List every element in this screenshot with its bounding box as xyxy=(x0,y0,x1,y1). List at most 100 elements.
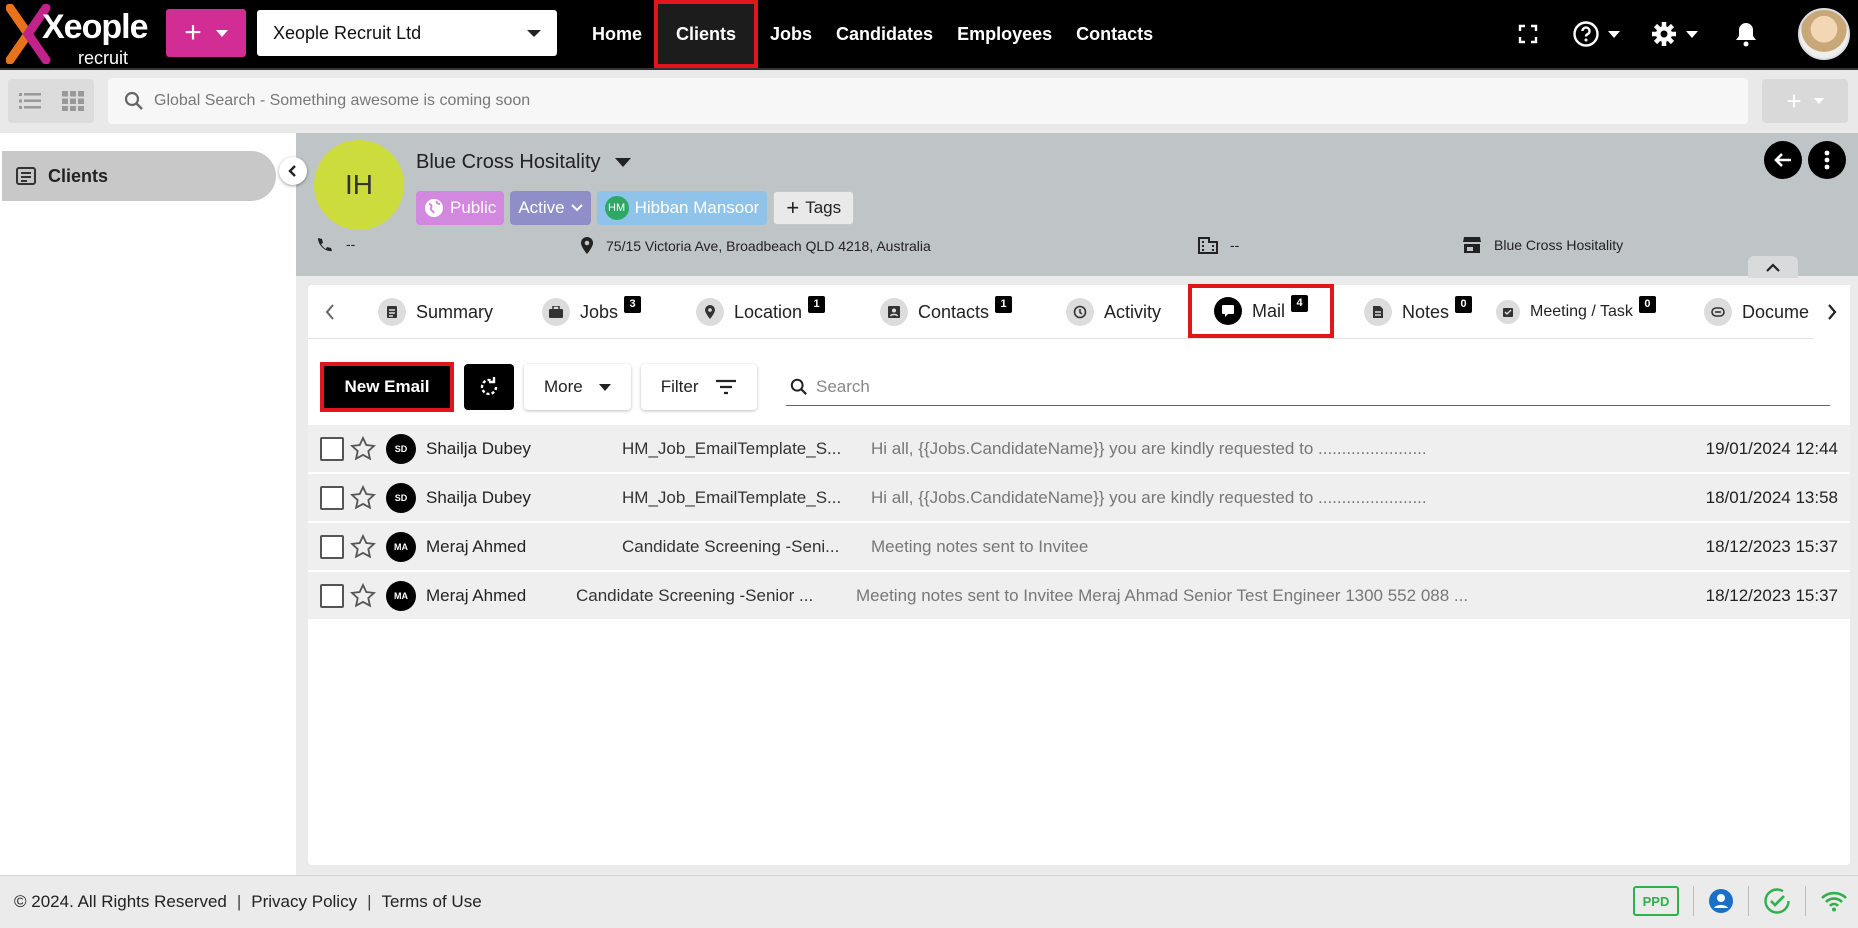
row-checkbox[interactable] xyxy=(320,436,344,461)
status-label: Active xyxy=(518,198,565,217)
company-select[interactable]: Xeople Recruit Ltd xyxy=(257,10,557,56)
more-options-button[interactable] xyxy=(1808,141,1846,179)
ppd-badge[interactable]: PPD xyxy=(1633,886,1679,916)
tab-label: Notes xyxy=(1402,301,1450,322)
account-circle-icon[interactable] xyxy=(1708,888,1734,914)
mail-row[interactable]: SD Shailja Dubey HM_Job_EmailTemplate_S.… xyxy=(308,425,1850,474)
terms-of-use-link[interactable]: Terms of Use xyxy=(382,892,482,912)
sender-name: Shailja Dubey xyxy=(426,487,531,507)
sidebar-item-label: Clients xyxy=(48,165,109,186)
refresh-button[interactable] xyxy=(464,364,514,410)
help-menu[interactable] xyxy=(1572,20,1620,48)
company-select-value: Xeople Recruit Ltd xyxy=(273,22,422,43)
client-name-dropdown[interactable]: Blue Cross Hositality xyxy=(416,151,631,174)
more-dropdown[interactable]: More xyxy=(524,364,631,410)
phone-value: -- xyxy=(346,236,356,252)
privacy-policy-link[interactable]: Privacy Policy xyxy=(251,892,357,912)
tab-summary[interactable]: Summary xyxy=(378,285,493,339)
refresh-icon xyxy=(480,377,498,396)
mail-preview: Meeting notes sent to Invitee Meraj Ahma… xyxy=(856,585,1469,605)
row-checkbox[interactable] xyxy=(320,534,344,559)
visibility-chip[interactable]: Public xyxy=(416,191,505,225)
list-alt-icon xyxy=(16,167,36,185)
nav-clients[interactable]: Clients xyxy=(654,0,759,68)
client-chips: Public Active HM Hibban Mansoor + Tags xyxy=(416,191,855,225)
chevron-down-icon xyxy=(1686,30,1698,38)
global-search-input[interactable]: Global Search - Something awesome is com… xyxy=(108,78,1748,124)
tab-meeting-task[interactable]: Meeting / Task 0 xyxy=(1496,285,1656,339)
create-new-button[interactable]: + xyxy=(1762,79,1848,123)
notifications-bell-icon[interactable] xyxy=(1734,21,1758,47)
back-button[interactable] xyxy=(1764,141,1802,179)
star-icon[interactable] xyxy=(350,485,376,511)
mail-search-input[interactable]: Search xyxy=(786,368,1830,406)
grid-view-icon[interactable] xyxy=(61,91,84,111)
row-checkbox[interactable] xyxy=(320,583,344,608)
global-search-placeholder: Global Search - Something awesome is com… xyxy=(154,92,531,109)
mail-date: 18/12/2023 15:37 xyxy=(1705,536,1838,556)
settings-menu[interactable] xyxy=(1650,20,1698,48)
check-circle-icon[interactable] xyxy=(1763,887,1791,915)
tab-documents[interactable]: Docume xyxy=(1704,285,1809,339)
store-value: Blue Cross Hositality xyxy=(1494,237,1624,253)
xeople-logo[interactable]: Xeople recruit xyxy=(6,4,148,68)
header-actions xyxy=(1764,141,1846,179)
owner-name: Hibban Mansoor xyxy=(634,198,760,217)
location-pin-icon xyxy=(581,237,593,254)
list-view-icon[interactable] xyxy=(18,92,41,110)
contact-card-icon xyxy=(880,298,908,326)
address-value: 75/15 Victoria Ave, Broadbeach QLD 4218,… xyxy=(606,238,931,254)
row-checkbox[interactable] xyxy=(320,485,344,510)
star-icon[interactable] xyxy=(350,583,376,609)
mail-row[interactable]: MA Meraj Ahmed Candidate Screening -Seni… xyxy=(308,572,1850,621)
tab-mail[interactable]: Mail 4 xyxy=(1188,284,1335,338)
summary-icon xyxy=(378,298,406,326)
collapse-header-button[interactable] xyxy=(1748,256,1798,278)
tab-jobs[interactable]: Jobs 3 xyxy=(542,285,642,339)
chevron-down-icon xyxy=(570,204,583,212)
address-meta: 75/15 Victoria Ave, Broadbeach QLD 4218,… xyxy=(580,236,931,256)
nav-home[interactable]: Home xyxy=(580,0,654,68)
tab-count-badge: 0 xyxy=(1638,295,1656,313)
add-tags-button[interactable]: + Tags xyxy=(773,191,855,225)
tab-activity[interactable]: Activity xyxy=(1066,285,1161,339)
filter-button[interactable]: Filter xyxy=(640,364,757,410)
star-icon[interactable] xyxy=(350,436,376,462)
tab-notes[interactable]: Notes 0 xyxy=(1364,285,1473,339)
tabs-scroll-right[interactable] xyxy=(1814,285,1850,339)
status-chip[interactable]: Active xyxy=(510,191,591,225)
tabs-scroll-left[interactable] xyxy=(312,285,348,339)
tab-contacts[interactable]: Contacts 1 xyxy=(880,285,1013,339)
mail-row[interactable]: MA Meraj Ahmed Candidate Screening -Seni… xyxy=(308,523,1850,572)
star-icon[interactable] xyxy=(350,534,376,560)
nav-candidates[interactable]: Candidates xyxy=(824,0,945,68)
collapse-sidebar-button[interactable] xyxy=(279,157,307,185)
user-avatar[interactable] xyxy=(1798,8,1850,60)
client-tabs: Summary Jobs 3 Location 1 Contacts 1 Act… xyxy=(308,284,1850,339)
mail-row[interactable]: SD Shailja Dubey HM_Job_EmailTemplate_S.… xyxy=(308,474,1850,523)
owner-avatar: HM xyxy=(604,196,629,220)
quick-add-button[interactable]: + xyxy=(166,9,246,57)
sender-avatar: SD xyxy=(386,482,416,513)
notes-icon xyxy=(1364,298,1392,326)
chevron-down-icon xyxy=(1813,98,1824,104)
footer-separator: | xyxy=(367,892,372,911)
wifi-icon[interactable] xyxy=(1820,890,1848,912)
nav-contacts[interactable]: Contacts xyxy=(1064,0,1165,68)
tab-location[interactable]: Location 1 xyxy=(696,285,826,339)
storefront-icon xyxy=(1463,237,1481,253)
owner-chip[interactable]: HM Hibban Mansoor xyxy=(596,191,768,225)
filter-icon xyxy=(715,379,736,395)
sender-name: Meraj Ahmed xyxy=(426,585,527,605)
fullscreen-icon[interactable] xyxy=(1518,24,1538,44)
chevron-right-icon xyxy=(1828,304,1837,320)
chevron-down-icon xyxy=(614,158,631,167)
mail-date: 19/01/2024 12:44 xyxy=(1705,438,1838,458)
nav-jobs[interactable]: Jobs xyxy=(758,0,824,68)
new-email-button[interactable]: New Email xyxy=(320,362,454,412)
globe-icon xyxy=(425,199,443,217)
global-search-bar: Global Search - Something awesome is com… xyxy=(0,70,1858,133)
nav-employees[interactable]: Employees xyxy=(945,0,1064,68)
sidebar-item-clients[interactable]: Clients xyxy=(2,151,276,201)
client-avatar: IH xyxy=(314,140,404,230)
